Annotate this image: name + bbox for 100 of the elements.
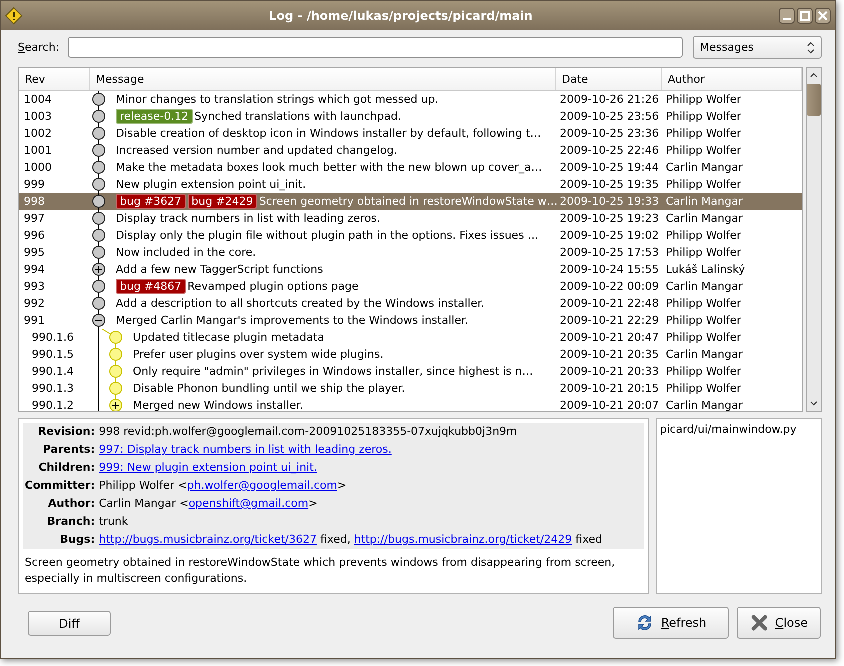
log-row[interactable]: 993 bug #4867 Revamped plugin options page 2009-10-22 00:09 Carlin Mangar [19, 278, 802, 295]
date-cell-text: 2009-10-26 21:26 [559, 92, 660, 108]
author-cell-text: Philipp Wolfer [665, 330, 742, 346]
close-button[interactable]: Close [737, 607, 821, 639]
scope-dropdown[interactable]: Messages [693, 36, 822, 59]
field-value: Philipp Wolfer <ph.wolfer@googlemail.com> [99, 478, 348, 494]
rev-column-header[interactable]: Rev [19, 68, 90, 90]
field-value: Carlin Mangar <openshift@gmail.com> [99, 496, 319, 512]
log-row[interactable]: 990.1.5 Prefer user plugins over system wide plugins. 2009-10-21 20:35 Carlin Mangar [19, 346, 802, 363]
field-label: Parents: [42, 442, 96, 458]
author-cell-text: Philipp Wolfer [665, 143, 742, 159]
log-row[interactable]: 997 Display track numbers in list with leading zeros. 2009-10-25 19:23 Carlin Mangar [19, 210, 802, 227]
link[interactable]: 997: Display track numbers in list with leading zeros. [99, 443, 392, 456]
log-row[interactable]: 1004 Minor changes to translation strings which got messed up. 2009-10-26 21:26 Philipp Wolfer [19, 91, 802, 108]
message-cell-text: Increased version number and updated changelog. [116, 143, 398, 159]
message-cell-text: Display track numbers in list with leading zeros. [116, 211, 381, 227]
rev-cell-text: 995 [23, 245, 46, 261]
author-column-header[interactable]: Author [662, 68, 802, 90]
log-row[interactable]: 996 Display only the plugin file without plugin path in the options. Fixes issues … 2009-10-25 19:02 Philipp Wolfer [19, 227, 802, 244]
log-row[interactable]: 990.1.3 Disable Phonon bundling until we ship the player. 2009-10-21 20:15 Philipp Wolfer [19, 380, 802, 397]
search-field[interactable] [68, 37, 683, 58]
message-cell-text: Merged Carlin Mangar's improvements to the Windows installer. [116, 313, 468, 329]
author-cell-text: Carlin Mangar [665, 398, 744, 411]
log-row[interactable]: 990.1.2 Merged new Windows installer. 2009-10-21 20:07 Carlin Mangar [19, 397, 802, 411]
author-cell-text: Philipp Wolfer [665, 245, 742, 261]
search-label: Search: [18, 41, 60, 54]
log-row[interactable]: 994 Add a few new TaggerScript functions 2009-10-24 15:55 Lukáš Lalinský [19, 261, 802, 278]
link[interactable]: ph.wolfer@googlemail.com [187, 479, 338, 492]
author-cell-text: Carlin Mangar [665, 194, 744, 210]
minimize-icon[interactable] [779, 8, 795, 24]
date-cell-text: 2009-10-21 22:29 [559, 313, 660, 329]
date-cell-text: 2009-10-25 19:44 [559, 160, 660, 176]
rev-cell-text: 990.1.6 [31, 330, 75, 346]
scrollbar[interactable] [806, 67, 822, 412]
file-item[interactable]: picard/ui/mainwindow.py [660, 423, 818, 436]
message-cell-text: Disable Phonon bundling until we ship the player. [133, 381, 406, 397]
rev-cell-text: 993 [23, 279, 46, 295]
date-cell-text: 2009-10-25 17:53 [559, 245, 660, 261]
maximize-icon[interactable] [797, 8, 813, 24]
diff-button[interactable]: Diff [28, 611, 111, 636]
log-row[interactable]: 992 Add a description to all shortcuts created by the Windows installer. 2009-10-21 22:48 Philipp Wolfer [19, 295, 802, 312]
log-row[interactable]: 1001 Increased version number and updated changelog. 2009-10-25 22:46 Philipp Wolfer [19, 142, 802, 159]
message-cell-text: Synched translations with launchpad. [194, 109, 402, 125]
message-cell-text: Updated titlecase plugin metadata [133, 330, 324, 346]
rev-cell-text: 1001 [23, 143, 53, 159]
scroll-thumb[interactable] [807, 84, 821, 116]
log-row[interactable]: 1000 Make the metadata boxes look much better with the new blown up cover_a… 2009-10-25 19:44 Carlin Mangar [19, 159, 802, 176]
message-cell-text: New plugin extension point ui_init. [116, 177, 306, 193]
window-title: Log - /home/lukas/projects/picard/main [268, 8, 534, 22]
selected-log-row[interactable]: 998 bug #3627 bug #2429 Screen geometry obtained in restoreWindowState w… 2009-10-25 19:33 Carlin Mangar [19, 193, 802, 210]
date-cell-text: 2009-10-25 19:23 [559, 211, 660, 227]
message-cell-text: Merged new Windows installer. [133, 398, 304, 411]
author-cell-text: Carlin Mangar [665, 160, 744, 176]
rev-cell-text: 998 [23, 194, 46, 210]
message-cell-text: Make the metadata boxes look much better with the new blown up cover_a… [116, 160, 542, 176]
date-column-header[interactable]: Date [556, 68, 662, 90]
link[interactable]: http://bugs.musicbrainz.org/ticket/2429 [354, 533, 572, 546]
message-cell-text: Display only the plugin file without plugin path in the options. Fixes issues … [116, 228, 539, 244]
author-cell-text: Philipp Wolfer [665, 228, 742, 244]
tag-label: release-0.12 [116, 109, 193, 124]
author-cell-text: Philipp Wolfer [665, 177, 742, 193]
field-value: 998 revid:ph.wolfer@googlemail.com-20091025183355-07xujqkubb0j3n9m [99, 424, 518, 440]
author-cell-text: Philipp Wolfer [665, 364, 742, 380]
message-column-header[interactable]: Message [90, 68, 556, 90]
log-row[interactable]: 1002 Disable creation of desktop icon in Windows installer by default, following t… 2009-10-25 23:36 Philipp Wolfer [19, 125, 802, 142]
date-cell-text: 2009-10-21 20:33 [559, 364, 660, 380]
author-cell-text: Carlin Mangar [665, 279, 744, 295]
log-row[interactable]: 990.1.4 Only require "admin" privileges in Windows installer, since highest is n… 2009-10-21 20:33 Philipp Wolfer [19, 363, 802, 380]
date-cell-text: 2009-10-21 20:35 [559, 347, 660, 363]
close-icon[interactable] [815, 8, 831, 24]
author-cell-text: Philipp Wolfer [665, 109, 742, 125]
log-row[interactable]: 995 Now included in the core. 2009-10-25 17:53 Philipp Wolfer [19, 244, 802, 261]
close-icon [750, 613, 770, 633]
rev-cell-text: 1003 [23, 109, 53, 125]
rev-cell-text: 1004 [23, 92, 53, 108]
refresh-button[interactable]: Refresh [613, 607, 729, 639]
message-cell-text: Disable creation of desktop icon in Windows installer by default, following t… [116, 126, 542, 142]
log-row[interactable]: 991 Merged Carlin Mangar's improvements to the Windows installer. 2009-10-21 22:29 Philipp Wolfer [19, 312, 802, 329]
log-row[interactable]: 1003 release-0.12 Synched translations with launchpad. 2009-10-25 23:56 Philipp Wolfer [19, 108, 802, 125]
rev-cell-text: 999 [23, 177, 46, 193]
message-cell-text: Add a description to all shortcuts created by the Windows installer. [116, 296, 485, 312]
tag-label: bug #2429 [188, 194, 258, 209]
message-cell-text: Revamped plugin options page [188, 279, 359, 295]
date-cell-text: 2009-10-25 22:46 [559, 143, 660, 159]
tag-label: bug #4867 [116, 279, 186, 294]
rev-cell-text: 1000 [23, 160, 53, 176]
rev-cell-text: 996 [23, 228, 46, 244]
field-label: Children: [38, 460, 96, 476]
log-row[interactable]: 990.1.6 Updated titlecase plugin metadata 2009-10-21 20:47 Philipp Wolfer [19, 329, 802, 346]
message-cell-text: Prefer user plugins over system wide plugins. [133, 347, 384, 363]
link[interactable]: http://bugs.musicbrainz.org/ticket/3627 [99, 533, 317, 546]
message-cell-text: Add a few new TaggerScript functions [116, 262, 324, 278]
field-label: Committer: [25, 478, 96, 494]
date-cell-text: 2009-10-25 19:33 [559, 194, 660, 210]
date-cell-text: 2009-10-25 19:35 [559, 177, 660, 193]
link[interactable]: 999: New plugin extension point ui_init. [99, 461, 318, 474]
date-cell-text: 2009-10-25 23:56 [559, 109, 660, 125]
link[interactable]: openshift@gmail.com [188, 497, 309, 510]
author-cell-text: Lukáš Lalinský [665, 262, 746, 278]
log-row[interactable]: 999 New plugin extension point ui_init. 2009-10-25 19:35 Philipp Wolfer [19, 176, 802, 193]
